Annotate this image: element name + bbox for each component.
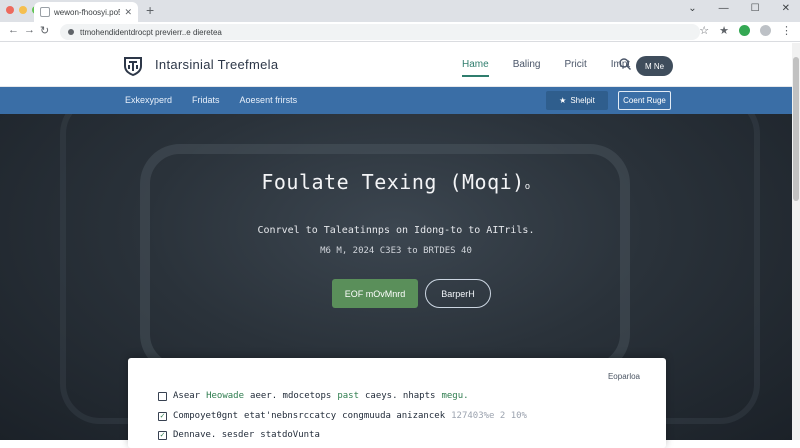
browser-tab-strip: wewon-fhoosyi.po5 ✕ + ⌄ — ☐ ✕ (0, 0, 800, 22)
address-bar[interactable]: ttmohendidentdrocpt previerr..e dieretea (60, 24, 700, 40)
row-label: Dennave. sesder (173, 430, 255, 440)
hero-title-text: Foulate Texing (Moqi) (261, 170, 525, 194)
reload-icon[interactable]: ↻ (40, 24, 49, 37)
brand-name[interactable]: Intarsinial Treefmela (155, 57, 278, 72)
tab-title: wewon-fhoosyi.po5 (54, 7, 121, 17)
shield-logo-icon[interactable] (122, 55, 144, 77)
row-label: Asear (173, 391, 201, 401)
checkbox-unchecked[interactable] (158, 391, 167, 401)
star-icon: ★ (559, 96, 567, 105)
nav-item-pricing[interactable]: Pricit (565, 59, 587, 77)
menu-kebab-icon[interactable]: ⋮ (781, 24, 792, 37)
site-header: Intarsinial Treefmela Hame Baling Pricit… (0, 43, 800, 87)
hero-subtitle: Conrvel to Taleatinnps on Idong-to to AI… (257, 225, 535, 236)
scrollbar-thumb[interactable] (793, 57, 799, 201)
minimize-window-button[interactable] (19, 6, 27, 14)
row-text: caeys. nhapts (365, 391, 436, 401)
sub-nav-bar: Exkexyperd Fridats Aoesent frirsts ★ She… (0, 87, 800, 114)
extension-icon[interactable] (739, 25, 750, 36)
reading-star-icon[interactable]: ★ (719, 24, 729, 37)
primary-cta-button[interactable]: EOF mOvMnrd (332, 279, 418, 308)
close-icon[interactable]: ✕ (782, 3, 790, 14)
chevron-down-icon[interactable]: ⌄ (688, 3, 696, 14)
checklist-row: ✓ Compoyet0gnt etat'nebnsrccatcy congmuu… (158, 411, 527, 421)
checklist-card: Eoparloa Asear Heowade aeer. mdocetops p… (128, 358, 666, 448)
subnav-item-2[interactable]: Fridats (192, 95, 220, 105)
row-text: statdoVunta (260, 430, 320, 440)
card-corner-label[interactable]: Eoparloa (608, 372, 640, 381)
checklist-row: Asear Heowade aeer. mdocetops past caeys… (158, 391, 469, 401)
main-nav: Hame Baling Pricit Impt (462, 59, 630, 77)
toolbar-actions: ☆ ★ ⋮ (699, 24, 792, 37)
bookmark-star-icon[interactable]: ☆ (699, 24, 709, 37)
row-muted: 127403%e 2 10% (451, 411, 527, 421)
minimize-icon[interactable]: — (719, 3, 729, 14)
close-tab-icon[interactable]: ✕ (124, 7, 132, 18)
row-text: aeer. mdocetops (250, 391, 332, 401)
back-arrow-icon[interactable]: ← (8, 24, 19, 36)
forward-arrow-icon[interactable]: → (24, 24, 35, 36)
row-highlight: megu. (441, 391, 469, 401)
shop-button-label: Shelpit (570, 96, 595, 105)
checkbox-checked[interactable]: ✓ (158, 411, 167, 421)
url-text: ttmohendidentdrocpt previerr..e dieretea (80, 27, 222, 37)
row-highlight: Heowade (206, 391, 245, 401)
favicon-icon (40, 7, 50, 17)
window-buttons: ⌄ — ☐ ✕ (688, 3, 790, 14)
row-label: Compoyet0gnt (173, 411, 239, 421)
hero-title-suffix: o (524, 182, 531, 192)
close-window-button[interactable] (6, 6, 14, 14)
secondary-cta-button[interactable]: BarperH (425, 279, 491, 308)
browser-tab[interactable]: wewon-fhoosyi.po5 ✕ (34, 2, 138, 22)
row-text: etat'nebnsrccatcy (244, 411, 337, 421)
checkbox-checked[interactable]: ✓ (158, 430, 167, 440)
profile-avatar[interactable] (760, 25, 771, 36)
sub-nav-links: Exkexyperd Fridats Aoesent frirsts (125, 95, 297, 105)
hero-title: Foulate Texing (Moqi)o (0, 170, 792, 194)
subnav-item-3[interactable]: Aoesent frirsts (240, 95, 298, 105)
nav-item-home[interactable]: Hame (462, 59, 489, 77)
subnav-item-1[interactable]: Exkexyperd (125, 95, 172, 105)
search-icon[interactable] (618, 57, 632, 71)
row-highlight: past (337, 391, 359, 401)
site-info-icon[interactable] (68, 29, 74, 35)
nav-item-billing[interactable]: Baling (513, 59, 541, 77)
shop-button[interactable]: ★ Shelpit (546, 91, 608, 110)
contact-button[interactable]: Coent Ruge (618, 91, 671, 110)
row-text: congmuuda anizancek (342, 411, 446, 421)
new-tab-icon[interactable]: + (146, 2, 154, 18)
checklist-row: ✓ Dennave. sesder statdoVunta (158, 430, 320, 440)
maximize-icon[interactable]: ☐ (751, 3, 760, 14)
browser-toolbar: ← → ↻ ttmohendidentdrocpt previerr..e di… (0, 22, 800, 42)
hero-meta: M6 M, 2024 C3E3 to BRTDES 40 (320, 246, 472, 256)
page-scrollbar[interactable] (792, 43, 800, 440)
header-pill-button[interactable]: M Ne (636, 56, 673, 76)
